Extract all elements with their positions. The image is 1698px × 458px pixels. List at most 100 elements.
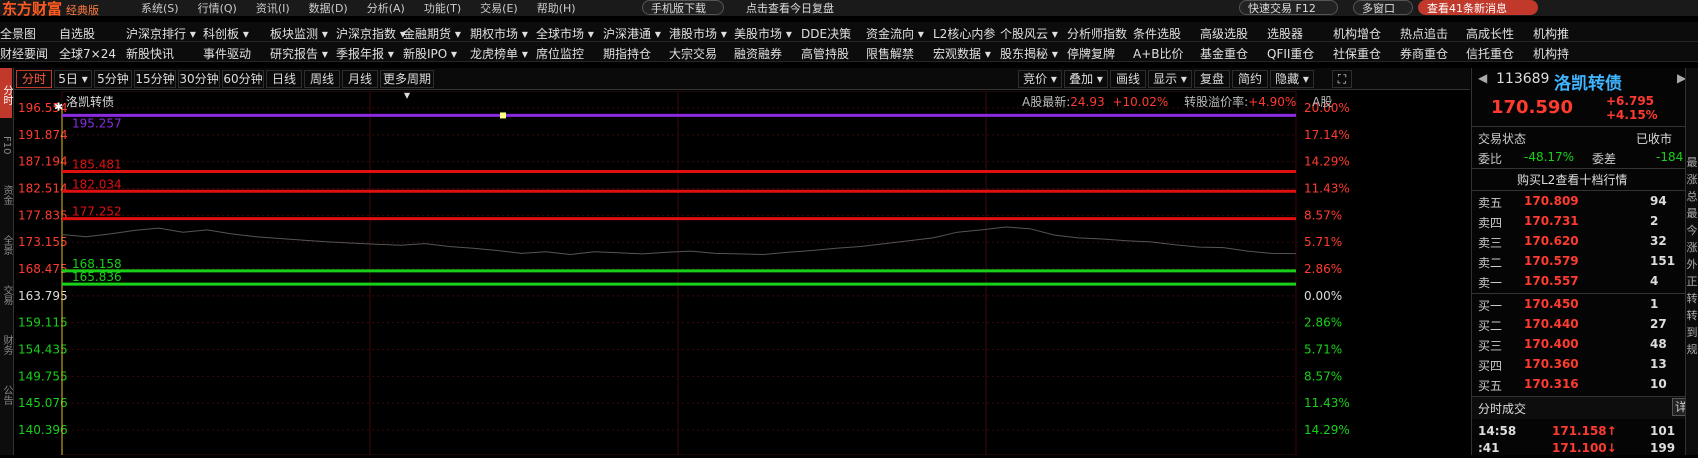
nav-item[interactable]: 新股快讯 (126, 45, 174, 61)
order-level[interactable]: 卖一 170.557 4 (1472, 272, 1698, 291)
period-button[interactable]: 月线 (342, 70, 378, 88)
left-tab[interactable]: 全景 (0, 218, 12, 268)
nav-item[interactable]: 停牌复牌 (1067, 45, 1115, 61)
l2-link[interactable]: 购买L2查看十档行情 (1517, 171, 1627, 188)
nav-item[interactable]: 宏观数据 ▾ (933, 45, 991, 61)
nav-item[interactable]: 期权市场 ▾ (470, 25, 528, 41)
left-tab[interactable]: 交易 (0, 268, 12, 318)
nav-item[interactable]: 高成长性 (1466, 25, 1514, 41)
nav-item[interactable]: QFII重仓 (1267, 45, 1314, 61)
nav-item[interactable]: 新股IPO ▾ (403, 45, 457, 61)
nav-item[interactable]: 科创板 ▾ (203, 25, 249, 41)
order-level[interactable]: 买五 170.316 10 (1472, 375, 1698, 394)
nav-item[interactable]: 全球市场 ▾ (536, 25, 594, 41)
nav-item[interactable]: A+B比价 (1133, 45, 1184, 61)
left-tab[interactable]: 资金 (0, 168, 12, 218)
period-button[interactable]: 30分钟 (178, 70, 220, 88)
period-button[interactable]: 5分钟 (94, 70, 132, 88)
intraday-chart[interactable]: 196.554 20.00%191.874 17.14%187.194 14.29%1… (14, 91, 1470, 455)
nav-item[interactable]: 高级选股 (1200, 25, 1248, 41)
period-button[interactable]: 更多周期 ▾ (380, 70, 434, 102)
menu-item[interactable]: 功能(T) (424, 0, 461, 16)
nav-item[interactable]: 股东揭秘 ▾ (1000, 45, 1058, 61)
nav-item[interactable]: 机构推 (1533, 25, 1569, 41)
nav-item[interactable]: 事件驱动 (203, 45, 251, 61)
order-level[interactable]: 买二 170.440 27 (1472, 315, 1698, 334)
period-button[interactable]: 周线 (304, 70, 340, 88)
nav-item[interactable]: 财经要闻 (0, 45, 48, 61)
prev-stock-icon[interactable]: ◀ (1478, 71, 1487, 85)
left-tab[interactable]: 公告 (0, 368, 12, 418)
order-level[interactable]: 买一 170.450 1 (1472, 295, 1698, 314)
nav-item[interactable]: 选股器 (1267, 25, 1303, 41)
menu-item[interactable]: 系统(S) (141, 0, 179, 16)
nav-item[interactable]: 自选股 (59, 25, 95, 41)
left-tab[interactable]: 分时 (0, 68, 12, 118)
nav-item[interactable]: 券商重仓 (1400, 45, 1448, 61)
nav-item[interactable]: 条件选股 (1133, 25, 1181, 41)
nav-item[interactable]: 资金流向 ▾ (866, 25, 924, 41)
nav-item[interactable]: 信托重仓 (1466, 45, 1514, 61)
order-level[interactable]: 买三 170.400 48 (1472, 335, 1698, 354)
expand-icon[interactable]: ⛶ (1332, 70, 1352, 88)
menu-item[interactable]: 交易(E) (480, 0, 518, 16)
nav-item[interactable]: 港股市场 ▾ (669, 25, 727, 41)
menu-item[interactable]: 分析(A) (367, 0, 405, 16)
nav-item[interactable]: 分析师指数 (1067, 25, 1127, 41)
toolbar-button[interactable]: 叠加 ▾ (1064, 70, 1108, 88)
toolbar-button[interactable]: 复盘 (1194, 70, 1230, 88)
period-button[interactable]: 15分钟 (134, 70, 176, 88)
nav-item[interactable]: L2核心内参 (933, 25, 995, 41)
nav-item[interactable]: 全景图 (0, 25, 36, 41)
nav-item[interactable]: 沪深京排行 ▾ (126, 25, 196, 41)
nav-item[interactable]: 沪深京指数 ▾ (336, 25, 406, 41)
nav-item[interactable]: 沪深港通 ▾ (603, 25, 661, 41)
menu-item[interactable]: 帮助(H) (537, 0, 576, 16)
nav-item[interactable]: 季报年报 ▾ (336, 45, 394, 61)
toolbar-button[interactable]: 简约 (1232, 70, 1268, 88)
nav-item[interactable]: 研究报告 ▾ (270, 45, 328, 61)
news-button[interactable]: 查看41条新消息 (1418, 0, 1538, 15)
nav-item[interactable]: 期指持仓 (603, 45, 651, 61)
daily-review-link[interactable]: 点击查看今日复盘 (738, 0, 854, 15)
mobile-download-button[interactable]: 手机版下载 (642, 0, 724, 15)
multi-window-button[interactable]: 多窗口 (1353, 0, 1413, 15)
order-level[interactable]: 卖二 170.579 151 (1472, 252, 1698, 271)
nav-item[interactable]: 融资融券 (734, 45, 782, 61)
menu-item[interactable]: 行情(Q) (198, 0, 237, 16)
quick-trade-button[interactable]: 快速交易 F12 (1239, 0, 1338, 15)
left-tab[interactable]: 财务 (0, 318, 12, 368)
drag-handle[interactable] (500, 112, 506, 119)
nav-item[interactable]: 板块监测 ▾ (270, 25, 328, 41)
toolbar-button[interactable]: 显示 ▾ (1148, 70, 1192, 88)
menu-item[interactable]: 资讯(I) (256, 0, 290, 16)
left-tab[interactable]: F10 (0, 118, 12, 168)
nav-item[interactable]: 美股市场 ▾ (734, 25, 792, 41)
order-level[interactable]: 卖四 170.731 2 (1472, 212, 1698, 231)
order-level[interactable]: 买四 170.360 13 (1472, 355, 1698, 374)
toolbar-button[interactable]: 画线 (1110, 70, 1146, 88)
period-button[interactable]: 5日 ▾ (54, 70, 92, 88)
period-button[interactable]: 分时 (16, 70, 52, 88)
nav-item[interactable]: 热点追击 (1400, 25, 1448, 41)
period-button[interactable]: 60分钟 (222, 70, 264, 88)
nav-item[interactable]: DDE决策 (801, 25, 851, 41)
nav-item[interactable]: 席位监控 (536, 45, 584, 61)
nav-item[interactable]: 龙虎榜单 ▾ (470, 45, 528, 61)
nav-item[interactable]: 限售解禁 (866, 45, 914, 61)
toolbar-button[interactable]: 竞价 ▾ (1018, 70, 1062, 88)
period-button[interactable]: 日线 (266, 70, 302, 88)
toolbar-button[interactable]: 隐藏 ▾ (1270, 70, 1314, 88)
nav-item[interactable]: 基金重仓 (1200, 45, 1248, 61)
nav-item[interactable]: 社保重仓 (1333, 45, 1381, 61)
nav-item[interactable]: 高管持股 (801, 45, 849, 61)
l2-link-row[interactable]: 购买L2查看十档行情 (1472, 169, 1698, 188)
menu-item[interactable]: 数据(D) (309, 0, 348, 16)
nav-item[interactable]: 个股风云 ▾ (1000, 25, 1058, 41)
nav-item[interactable]: 全球7×24 (59, 45, 116, 61)
order-level[interactable]: 卖三 170.620 32 (1472, 232, 1698, 251)
nav-item[interactable]: 大宗交易 (669, 45, 717, 61)
nav-item[interactable]: 金融期货 ▾ (403, 25, 461, 41)
order-level[interactable]: 卖五 170.809 94 (1472, 192, 1698, 211)
nav-item[interactable]: 机构增仓 (1333, 25, 1381, 41)
